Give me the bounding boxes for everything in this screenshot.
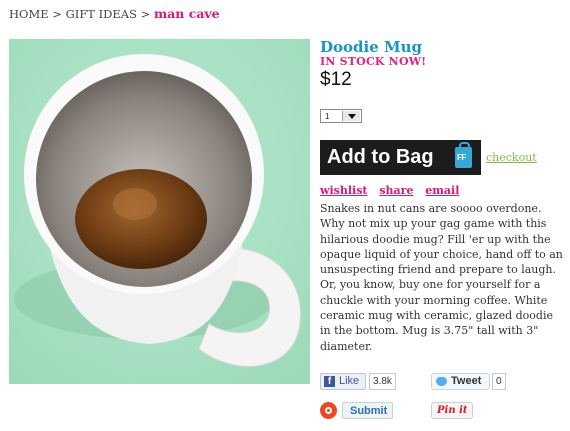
tweet-button[interactable]: Tweet: [431, 373, 490, 390]
share-link[interactable]: share: [379, 184, 413, 197]
shopping-bag-icon: FF: [455, 142, 472, 168]
product-photo[interactable]: [9, 39, 310, 384]
bag-icon-text: FF: [457, 153, 466, 162]
facebook-like-count: 3.8k: [369, 373, 396, 390]
breadcrumb: HOME > GIFT IDEAS > man cave: [9, 6, 220, 21]
checkout-link[interactable]: checkout: [486, 151, 537, 164]
tweet-count: 0: [492, 373, 506, 390]
stock-status: IN STOCK NOW!: [320, 55, 427, 68]
stumbleupon-submit-button[interactable]: Submit: [342, 402, 393, 419]
breadcrumb-home[interactable]: HOME: [9, 7, 49, 21]
wishlist-link[interactable]: wishlist: [320, 184, 367, 197]
product-title: Doodie Mug: [320, 38, 422, 56]
email-link[interactable]: email: [425, 184, 459, 197]
submit-label: Submit: [350, 405, 388, 417]
quantity-value: 1: [325, 112, 330, 121]
facebook-like-button[interactable]: f Like: [320, 373, 366, 390]
add-to-bag-button[interactable]: Add to Bag FF: [320, 140, 481, 175]
add-to-bag-label: Add to Bag: [327, 146, 434, 168]
twitter-bird-icon: [436, 377, 447, 386]
mug-illustration: [9, 39, 310, 384]
tweet-label: Tweet: [451, 375, 482, 387]
breadcrumb-gift-ideas[interactable]: GIFT IDEAS: [66, 7, 137, 21]
product-price: $12: [320, 69, 352, 90]
product-description: Snakes in nut cans are soooo overdone. W…: [320, 202, 563, 353]
pin-it-button[interactable]: Pin it: [431, 402, 473, 419]
facebook-like-label: Like: [339, 375, 360, 387]
chevron-down-icon[interactable]: [342, 111, 360, 121]
facebook-icon: f: [324, 376, 335, 387]
pin-it-label: Pin it: [437, 405, 468, 416]
breadcrumb-separator: >: [52, 7, 62, 21]
quantity-select[interactable]: 1: [320, 109, 362, 123]
stumbleupon-icon[interactable]: [320, 402, 337, 419]
breadcrumb-separator: >: [140, 7, 151, 21]
breadcrumb-current[interactable]: man cave: [154, 6, 220, 21]
product-action-links: wishlist share email: [320, 184, 467, 197]
